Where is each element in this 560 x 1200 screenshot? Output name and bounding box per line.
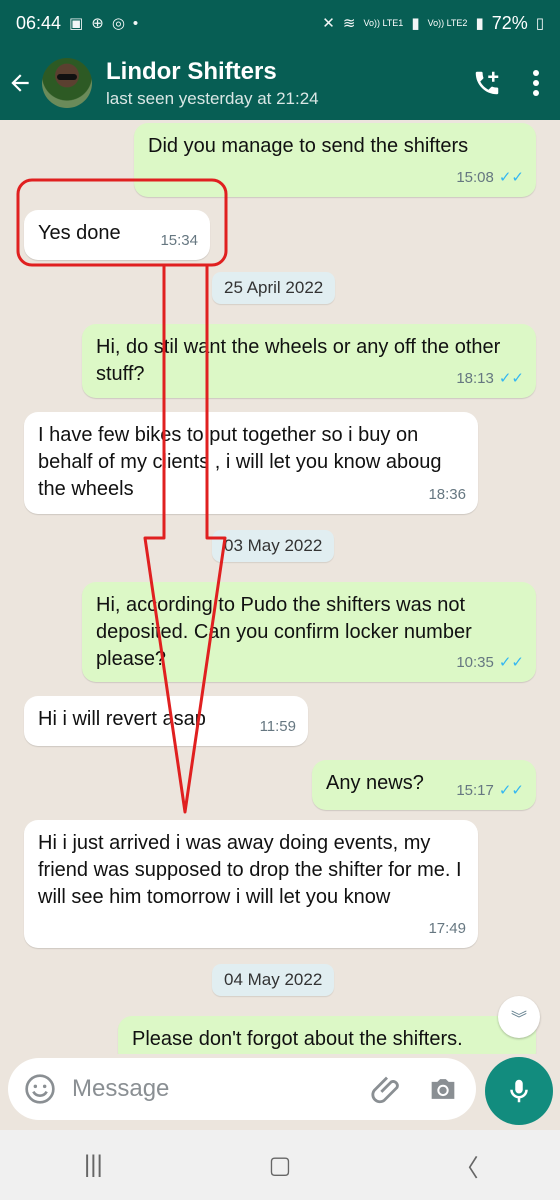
message-bubble[interactable]: Hi, do stil want the wheels or any off t… xyxy=(82,324,536,398)
status-bar: 06:44 ▣ ⊕ ◎ • ✕ ≋ Vo)) LTE1 ▮ Vo)) LTE2 … xyxy=(0,0,560,46)
target-icon: ◎ xyxy=(111,15,125,32)
last-seen-status: last seen yesterday at 21:24 xyxy=(106,88,319,108)
battery-percent: 72% xyxy=(491,12,528,33)
message-time: 17:49 xyxy=(428,920,466,937)
message-time: 15:08 xyxy=(456,169,494,186)
attach-icon[interactable] xyxy=(370,1072,404,1106)
message-text: Hi i will revert asap xyxy=(38,708,206,730)
microphone-icon xyxy=(510,1079,528,1103)
emoji-icon[interactable] xyxy=(24,1073,56,1105)
message-bubble[interactable]: Please don't forgot about the shifters. xyxy=(118,1016,536,1054)
battery-icon: ▯ xyxy=(535,15,544,32)
message-bubble[interactable]: Hi i will revert asap 11:59 xyxy=(24,696,308,746)
scroll-to-bottom-button[interactable]: ︾ xyxy=(498,996,540,1038)
message-bubble[interactable]: Did you manage to send the shifters 15:0… xyxy=(134,123,536,197)
contact-info[interactable]: Lindor Shifters last seen yesterday at 2… xyxy=(106,58,319,109)
message-bubble[interactable]: Hi i just arrived i was away doing event… xyxy=(24,820,478,948)
lte2-label: Vo)) LTE2 xyxy=(427,17,468,28)
date-chip: 03 May 2022 xyxy=(212,530,335,562)
recent-apps-button[interactable]: ||| xyxy=(73,1151,113,1179)
double-chevron-down-icon: ︾ xyxy=(510,1011,527,1028)
system-navigation: ||| ▢ 〈 xyxy=(0,1130,560,1200)
message-time: 10:35 xyxy=(456,654,494,671)
read-ticks-icon: ✓✓ xyxy=(498,782,524,799)
message-time: 15:34 xyxy=(160,232,198,249)
read-ticks-icon: ✓✓ xyxy=(498,370,524,387)
notification-icon: ▣ xyxy=(69,15,84,32)
dot-icon: • xyxy=(132,14,139,32)
wifi-icon: ≋ xyxy=(342,15,356,32)
message-time: 15:17 xyxy=(456,782,494,799)
back-arrow-icon xyxy=(11,74,29,92)
mic-button[interactable] xyxy=(485,1057,553,1125)
message-time: 18:36 xyxy=(428,486,466,503)
lte1-label: Vo)) LTE1 xyxy=(363,17,404,28)
signal-icon-2: ▮ xyxy=(475,15,484,32)
contact-name: Lindor Shifters xyxy=(106,57,277,85)
read-ticks-icon: ✓✓ xyxy=(498,654,524,671)
back-button[interactable] xyxy=(0,70,40,96)
date-chip: 25 April 2022 xyxy=(212,272,336,304)
date-chip: 04 May 2022 xyxy=(212,964,335,996)
home-button[interactable]: ▢ xyxy=(260,1151,300,1180)
chat-header: Lindor Shifters last seen yesterday at 2… xyxy=(0,46,560,120)
add-call-icon[interactable] xyxy=(472,68,502,98)
mute-icon: ✕ xyxy=(322,15,335,32)
message-text: Yes done xyxy=(38,222,121,244)
back-nav-button[interactable]: 〈 xyxy=(447,1148,487,1183)
status-time: 06:44 xyxy=(16,12,62,33)
message-placeholder: Message xyxy=(72,1075,170,1102)
message-text: Hi, according to Pudo the shifters was n… xyxy=(96,594,472,670)
message-text: Did you manage to send the shifters xyxy=(148,135,469,157)
message-text: Hi, do stil want the wheels or any off t… xyxy=(96,336,501,385)
message-bubble[interactable]: Yes done 15:34 xyxy=(24,210,210,260)
camera-icon[interactable] xyxy=(426,1072,460,1106)
message-input[interactable]: Message xyxy=(8,1058,476,1120)
message-text: I have few bikes to put together so i bu… xyxy=(38,424,442,500)
chat-area[interactable]: Did you manage to send the shifters 15:0… xyxy=(0,120,560,1054)
sync-icon: ⊕ xyxy=(91,15,104,32)
composer: Message xyxy=(0,1054,560,1130)
more-options-icon[interactable] xyxy=(532,69,540,97)
signal-icon: ▮ xyxy=(411,15,420,32)
message-text: Any news? xyxy=(326,772,424,794)
message-time: 11:59 xyxy=(259,718,296,735)
read-ticks-icon: ✓✓ xyxy=(498,169,524,186)
message-time: 18:13 xyxy=(456,370,494,387)
message-bubble[interactable]: Hi, according to Pudo the shifters was n… xyxy=(82,582,536,682)
message-bubble[interactable]: Any news? 15:17 ✓✓ xyxy=(312,760,536,810)
message-text: Hi i just arrived i was away doing event… xyxy=(38,832,462,908)
avatar[interactable] xyxy=(42,58,92,108)
message-text: Please don't forgot about the shifters. xyxy=(132,1028,463,1050)
message-bubble[interactable]: I have few bikes to put together so i bu… xyxy=(24,412,478,514)
